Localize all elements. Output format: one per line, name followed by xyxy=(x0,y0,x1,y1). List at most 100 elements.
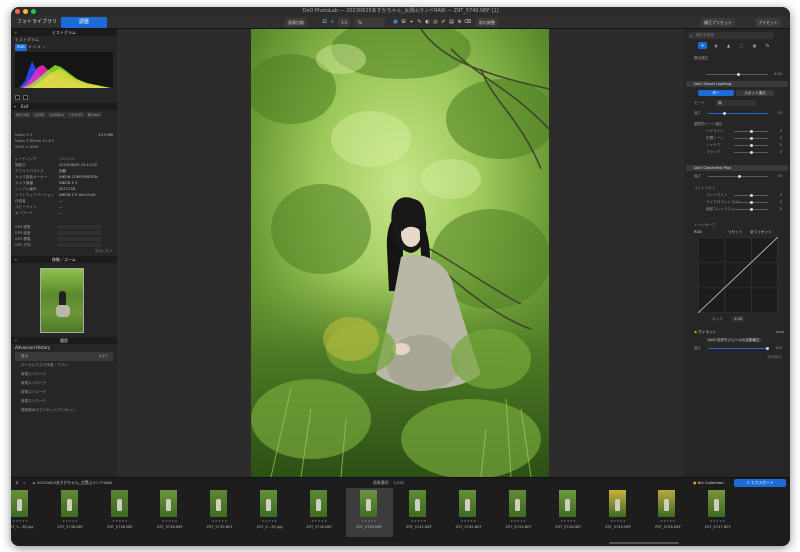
geometry-tab-icon[interactable]: ⬚ xyxy=(737,42,746,49)
thumbnail-image[interactable] xyxy=(409,490,427,517)
channel-r[interactable]: R xyxy=(29,44,32,51)
vignette-advanced-link[interactable]: 詳細設定 xyxy=(684,354,790,360)
filmstrip-thumbnail[interactable]: ★★★★★ Z9T_5747.NEF xyxy=(694,488,741,537)
vignette-title[interactable]: ◉ ヴィネット Auto xyxy=(684,329,790,335)
gradient-icon[interactable]: ▤ xyxy=(448,19,455,26)
main-photo[interactable] xyxy=(251,29,549,477)
light-tab-icon[interactable]: ☀ xyxy=(698,42,707,49)
before-after-button[interactable]: 前の調整 xyxy=(476,18,498,27)
filmstrip-thumbnail[interactable]: ★★★★★ Z9T_5...39.jpg xyxy=(246,488,293,537)
rating-stars[interactable]: ★★★★★ xyxy=(346,519,393,523)
adjust-slider[interactable] xyxy=(734,144,768,147)
effects-tab-icon[interactable]: fx xyxy=(763,42,772,49)
history-item[interactable]: 露出 0.27 xyxy=(15,352,113,361)
thumbnail-image[interactable] xyxy=(459,490,477,517)
repair-icon[interactable]: ✎ xyxy=(416,19,423,26)
thumbnail-image[interactable] xyxy=(160,490,178,517)
tab-customize[interactable]: 調整 xyxy=(61,17,107,28)
filmstrip-thumbnail[interactable]: ★★★★★ Z9T_5742.NEF xyxy=(445,488,492,537)
reset-link[interactable]: 既定に戻す xyxy=(11,248,117,254)
rating-stars[interactable]: ★★★★★ xyxy=(395,519,442,523)
rating-stars[interactable]: ★★★★★ xyxy=(495,519,542,523)
curve-reset-all-button[interactable]: 全てリセット xyxy=(750,229,772,235)
thumbnail-image[interactable] xyxy=(509,490,526,517)
filmstrip-scrollbar[interactable] xyxy=(609,542,679,544)
zoom-level[interactable]: 1:1 xyxy=(338,18,351,27)
thumbnail-image[interactable] xyxy=(708,490,726,517)
channel-b[interactable]: B xyxy=(38,44,40,51)
image-viewer[interactable] xyxy=(117,29,684,477)
zoom-percent-select[interactable]: % xyxy=(355,18,385,27)
eraser-icon[interactable]: ⌫ xyxy=(464,19,471,26)
filmstrip-thumbnail[interactable]: ★★★★★ Z9T_5745.NEF xyxy=(595,488,642,537)
filmstrip-thumbnail[interactable]: ★★★★★ Z9T_5744.NEF xyxy=(545,488,592,537)
rating-stars[interactable]: ★★★★★ xyxy=(296,519,343,523)
adjust-slider[interactable] xyxy=(734,151,768,154)
color-tab-icon[interactable]: ◑ xyxy=(711,42,720,49)
gps-field[interactable] xyxy=(57,231,101,235)
local-adjust-icon[interactable]: ◎ xyxy=(432,19,439,26)
adjust-slider[interactable] xyxy=(734,201,768,204)
copy-preset-button[interactable]: 補正プリセット xyxy=(701,18,735,27)
thumbnail-image[interactable] xyxy=(658,490,676,517)
thumbnail-image[interactable] xyxy=(359,490,377,517)
filmstrip-thumbnail[interactable]: ★★★★★ Z9T_5...38.jpg xyxy=(11,488,44,537)
channel-g[interactable]: G xyxy=(33,44,36,51)
close-panel-icon[interactable]: × xyxy=(14,29,17,36)
crop-icon[interactable]: ⊡ xyxy=(321,19,328,26)
gps-field[interactable] xyxy=(57,225,101,229)
rating-stars[interactable]: ★★★★★ xyxy=(146,519,193,523)
adjust-slider[interactable] xyxy=(734,194,768,197)
history-item[interactable]: 新規ストローク xyxy=(15,397,113,406)
tone-title[interactable]: 選択的トーン補正 xyxy=(684,121,790,127)
compare-button[interactable]: 画像比較 xyxy=(285,18,307,27)
contrast-title[interactable]: コントラスト xyxy=(684,185,790,191)
apply-preset-button[interactable]: プリセット xyxy=(755,18,781,27)
filter-icon[interactable]: ▿ xyxy=(23,480,25,485)
history-item[interactable]: 新規ストローク xyxy=(15,379,113,388)
nik-collection-button[interactable]: ● Nik Collection xyxy=(693,480,724,486)
channel-rgb[interactable]: RGB xyxy=(15,44,27,51)
history-header[interactable]: × 履歴 xyxy=(11,337,117,344)
gps-field[interactable] xyxy=(57,237,101,241)
gps-field[interactable] xyxy=(57,243,101,247)
shadow-clip-toggle[interactable] xyxy=(15,95,20,100)
thumbnail-image[interactable] xyxy=(60,490,78,517)
thumbnail-image[interactable] xyxy=(558,490,576,517)
tone-curve-graph[interactable] xyxy=(698,237,778,313)
vignette-mode[interactable]: Auto xyxy=(776,329,784,335)
thumbnail-image[interactable] xyxy=(608,490,626,517)
history-item[interactable]: ローカルマスク作成・ブラシ xyxy=(15,361,113,370)
thumbnail-image[interactable] xyxy=(260,490,277,517)
rating-stars[interactable]: ★★★★★ xyxy=(545,519,592,523)
sort-icon[interactable]: ⇅ xyxy=(15,480,18,485)
filmstrip-thumbnail[interactable]: ★★★★★ Z9T_5738.NEF xyxy=(47,488,94,537)
search-input[interactable]: 補正を検索 xyxy=(688,32,774,39)
control-point-icon[interactable]: ⊕ xyxy=(456,19,463,26)
vignette-strength-slider[interactable] xyxy=(708,347,769,350)
rating-stars[interactable]: ★★★★★ xyxy=(644,519,691,523)
mode-even-button[interactable]: 均一 xyxy=(698,90,734,96)
mode-spot-button[interactable]: スポット重点 xyxy=(736,90,774,96)
filmstrip-thumbnail[interactable]: ★★★★★ Z9T_5739.NEF xyxy=(196,488,243,537)
highlight-clip-toggle[interactable] xyxy=(23,95,28,100)
gamma-input[interactable]: 1.00 xyxy=(732,316,745,322)
straighten-icon[interactable]: ⊞ xyxy=(400,19,407,26)
rating-stars[interactable]: ★★★★★ xyxy=(595,519,642,523)
tab-library[interactable]: フォトライブラリ xyxy=(14,17,60,28)
curve-title[interactable]: トーンカーブ xyxy=(684,222,790,228)
brush-icon[interactable]: ✐ xyxy=(440,19,447,26)
navigator-thumbnail[interactable] xyxy=(40,268,84,333)
mask-icon[interactable]: ◐ xyxy=(424,19,431,26)
filmstrip-thumbnail[interactable]: ★★★★★ Z9T_5738.NEF xyxy=(146,488,193,537)
navigator-header[interactable]: × 移動／ズーム xyxy=(11,256,117,263)
close-window-button[interactable] xyxy=(15,9,20,14)
adjust-slider[interactable] xyxy=(734,130,768,133)
clearview-slider[interactable] xyxy=(708,175,768,178)
filmstrip-thumbnail[interactable]: ★★★★★ Z9T_5740.NEF xyxy=(345,488,393,537)
rating-stars[interactable]: ★★★★★ xyxy=(97,519,144,523)
history-item[interactable]: 適用済みのプリセット/プリセット xyxy=(15,406,113,415)
thumbnail-image[interactable] xyxy=(309,490,327,517)
thumbnail-image[interactable] xyxy=(11,490,28,517)
rating-stars[interactable]: ★★★★★ xyxy=(445,519,492,523)
